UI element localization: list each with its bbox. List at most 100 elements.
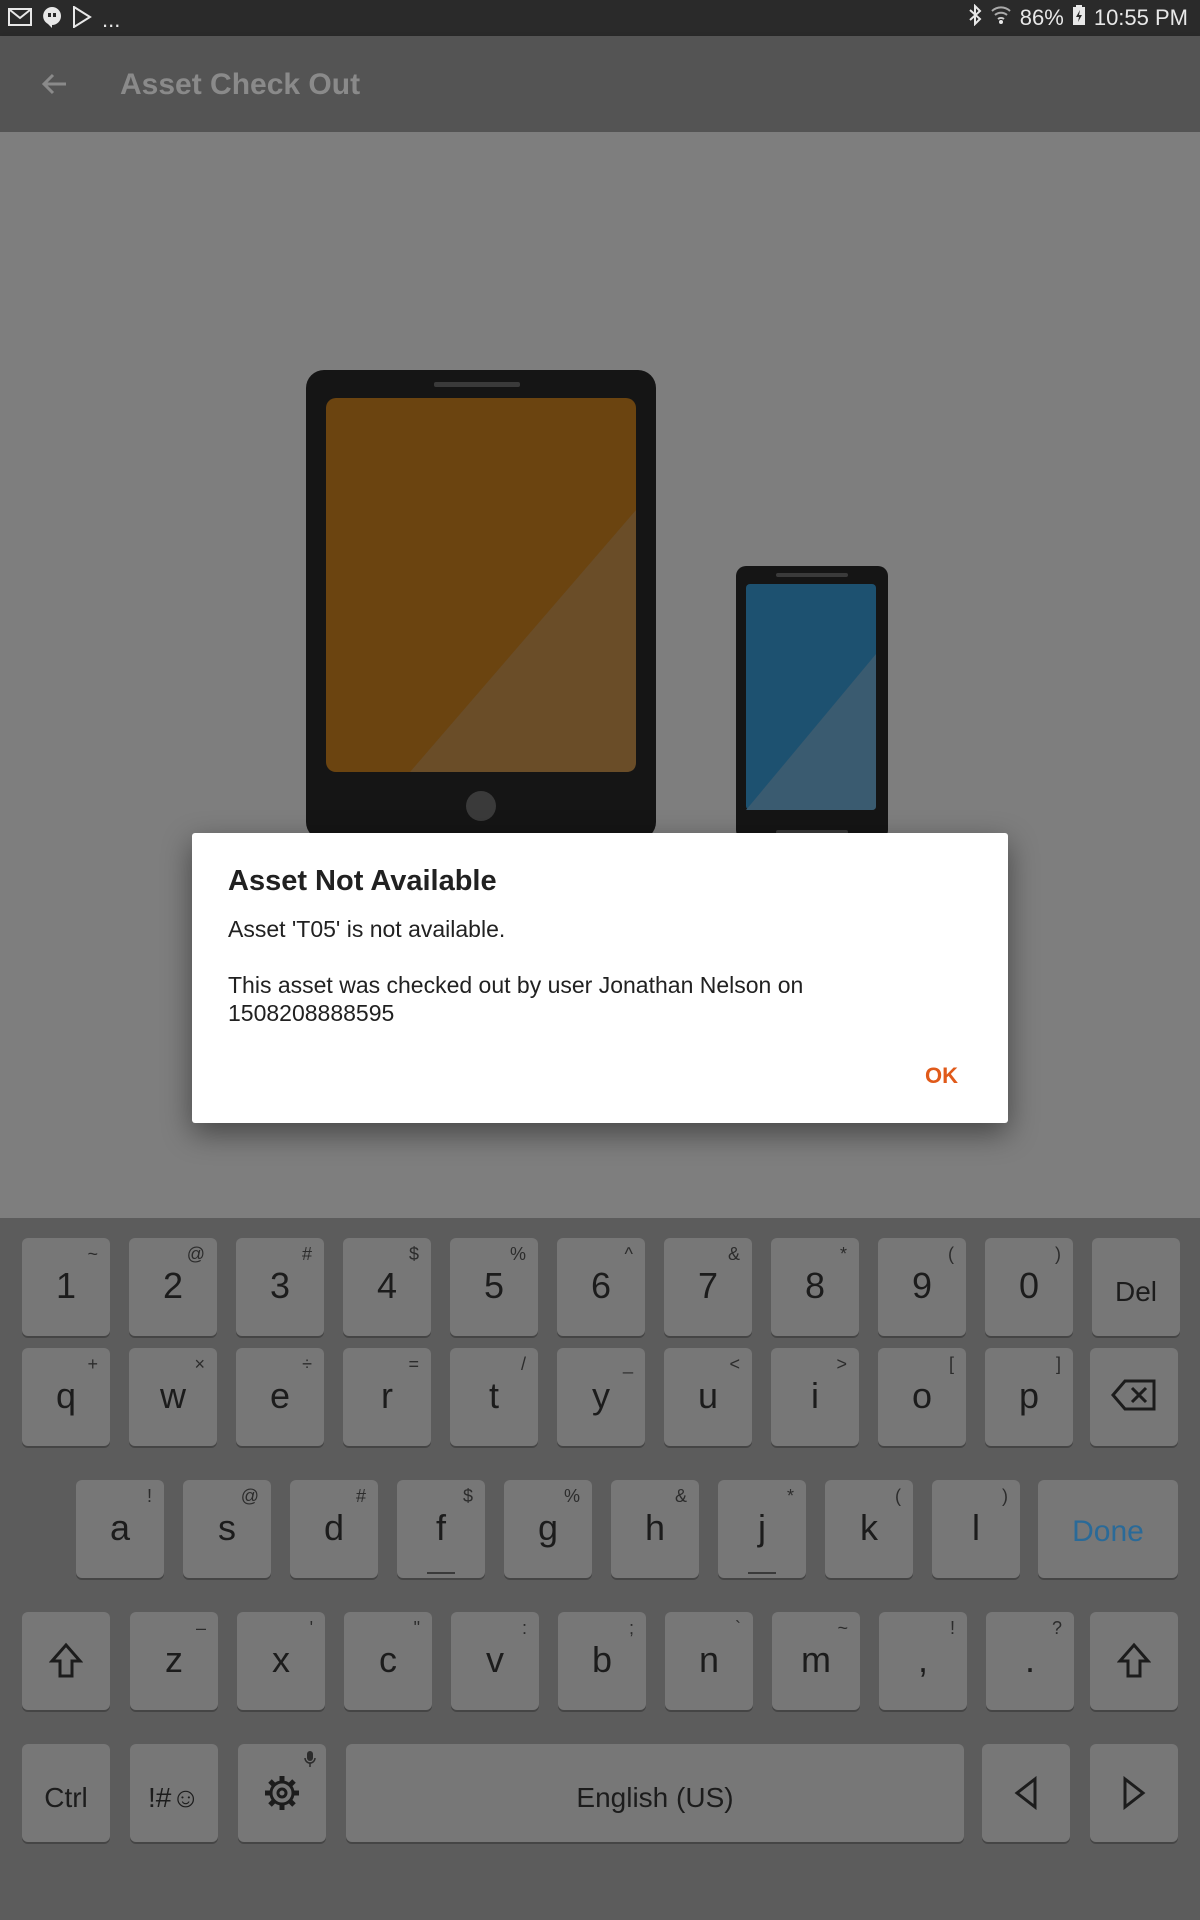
key-label: j (758, 1507, 766, 1548)
key-alt-label: _ (622, 1354, 633, 1374)
key-row1-3[interactable]: 4 $ (343, 1238, 431, 1336)
ctrl-key[interactable]: Ctrl (22, 1744, 110, 1842)
key-row3-2[interactable]: d # (290, 1480, 378, 1578)
key-row4-4[interactable]: b; (558, 1612, 646, 1710)
key-alt-label: % (509, 1244, 526, 1264)
key-row4-6[interactable]: m ~ (772, 1612, 860, 1710)
key-alt-label: @ (240, 1486, 259, 1506)
backspace-key[interactable] (1090, 1348, 1178, 1446)
key-row2-7[interactable]: i > (771, 1348, 859, 1446)
cursor-right-key[interactable] (1090, 1744, 1178, 1842)
settings-key[interactable] (238, 1744, 326, 1842)
key-alt-label: = (408, 1354, 419, 1374)
key-label: a (109, 1507, 131, 1548)
asset-not-available-dialog: Asset Not Available Asset 'T05' is not a… (192, 833, 1008, 1123)
key-row1-9[interactable]: 0) (985, 1238, 1073, 1336)
key-row2-6[interactable]: u < (664, 1348, 752, 1446)
key-alt-label: ÷ (302, 1354, 312, 1374)
key-alt-label: ` (735, 1618, 741, 1638)
key-row3-6[interactable]: j * (718, 1480, 806, 1578)
key-row1-6[interactable]: 7 & (664, 1238, 752, 1336)
dialog-title: Asset Not Available (228, 865, 497, 897)
shift-left-key[interactable] (22, 1612, 110, 1710)
key-label: 9 (911, 1265, 933, 1306)
key-row1-2[interactable]: 3 # (236, 1238, 324, 1336)
key-alt-label: [ (948, 1354, 954, 1374)
key-row3-4[interactable]: g% (504, 1480, 592, 1578)
space-key[interactable]: English (US) (346, 1744, 964, 1842)
bluetooth-icon (968, 3, 982, 32)
done-key-label: Done (1072, 1515, 1144, 1548)
key-row4-8[interactable]: .? (986, 1612, 1074, 1710)
key-alt-label: ; (628, 1618, 634, 1638)
key-label: 8 (804, 1265, 826, 1306)
key-alt-label: # (355, 1486, 366, 1506)
key-label: 6 (590, 1265, 612, 1306)
gear-icon (265, 1776, 299, 1810)
key-row1-8[interactable]: 9( (878, 1238, 966, 1336)
key-row1-4[interactable]: 5% (450, 1238, 538, 1336)
battery-icon (1072, 4, 1086, 32)
key-row1-5[interactable]: 6 ^ (557, 1238, 645, 1336)
shift-icon (49, 1642, 83, 1678)
key-row2-8[interactable]: o[ (878, 1348, 966, 1446)
key-alt-label: ) (1055, 1244, 1061, 1264)
key-row1-10[interactable]: Del (1092, 1238, 1180, 1336)
key-row4-3[interactable]: v: (451, 1612, 539, 1710)
key-alt-label: ] (1055, 1354, 1061, 1374)
key-row2-5[interactable]: y _ (557, 1348, 645, 1446)
key-label: k (860, 1507, 878, 1548)
key-row2-3[interactable]: r = (343, 1348, 431, 1446)
key-row4-0[interactable]: z – (130, 1612, 218, 1710)
devices-illustration (306, 370, 888, 840)
clock: 10:55 PM (1093, 5, 1188, 30)
key-row4-7[interactable]: ,! (879, 1612, 967, 1710)
ok-button[interactable]: OK (925, 1063, 958, 1089)
key-alt-label: ! (949, 1618, 955, 1638)
key-row1-0[interactable]: 1 ~ (22, 1238, 110, 1336)
soft-keyboard: 1 ~2 @3 #4 $5% 6 ^ 7 & 8 * 9(0) Del q + w × e ÷ r = t / y _ u < i >… (0, 1218, 1200, 1920)
key-row2-1[interactable]: w × (129, 1348, 217, 1446)
key-alt-label: & (674, 1486, 687, 1506)
key-row2-9[interactable]: p] (985, 1348, 1073, 1446)
key-alt-label: % (563, 1486, 580, 1506)
key-row3-1[interactable]: s @ (183, 1480, 271, 1578)
key-alt-label: ( (895, 1486, 901, 1506)
key-label: 2 (162, 1265, 184, 1306)
key-row3-7[interactable]: k( (825, 1480, 913, 1578)
key-alt-label: ? (1051, 1618, 1062, 1638)
arrow-back-icon[interactable] (36, 66, 72, 102)
home-key-marker (748, 1572, 776, 1574)
key-label: z (165, 1639, 183, 1680)
key-row1-7[interactable]: 8 * (771, 1238, 859, 1336)
key-row3-3[interactable]: f $ (397, 1480, 485, 1578)
shift-right-key[interactable] (1090, 1612, 1178, 1710)
key-alt-label: @ (186, 1244, 205, 1264)
key-row4-2[interactable]: c " (344, 1612, 432, 1710)
key-label: l (972, 1507, 980, 1548)
symbols-key[interactable]: !#☺ (130, 1744, 218, 1842)
dialog-message-line2: This asset was checked out by user Jonat… (228, 972, 804, 998)
cursor-left-key[interactable] (982, 1744, 1070, 1842)
key-row1-1[interactable]: 2 @ (129, 1238, 217, 1336)
key-row3-0[interactable]: a! (76, 1480, 164, 1578)
backspace-icon (1111, 1379, 1156, 1411)
key-row2-4[interactable]: t / (450, 1348, 538, 1446)
key-label: 5 (483, 1265, 505, 1306)
done-key[interactable]: Done (1038, 1480, 1178, 1578)
key-row3-8[interactable]: l) (932, 1480, 1020, 1578)
dialog-message-line1: Asset 'T05' is not available. (228, 916, 506, 942)
key-label: d (323, 1507, 345, 1548)
app-bar: Asset Check Out (0, 36, 1200, 132)
key-row2-2[interactable]: e ÷ (236, 1348, 324, 1446)
key-row4-1[interactable]: x ' (237, 1612, 325, 1710)
key-alt-label: # (301, 1244, 312, 1264)
key-label: Del (1114, 1276, 1157, 1307)
key-row3-5[interactable]: h & (611, 1480, 699, 1578)
key-alt-label: ) (1002, 1486, 1008, 1506)
key-row4-5[interactable]: n ` (665, 1612, 753, 1710)
key-label: s (218, 1507, 236, 1548)
hangouts-icon (42, 6, 62, 33)
battery-percent: 86% (1019, 5, 1064, 30)
key-row2-0[interactable]: q + (22, 1348, 110, 1446)
